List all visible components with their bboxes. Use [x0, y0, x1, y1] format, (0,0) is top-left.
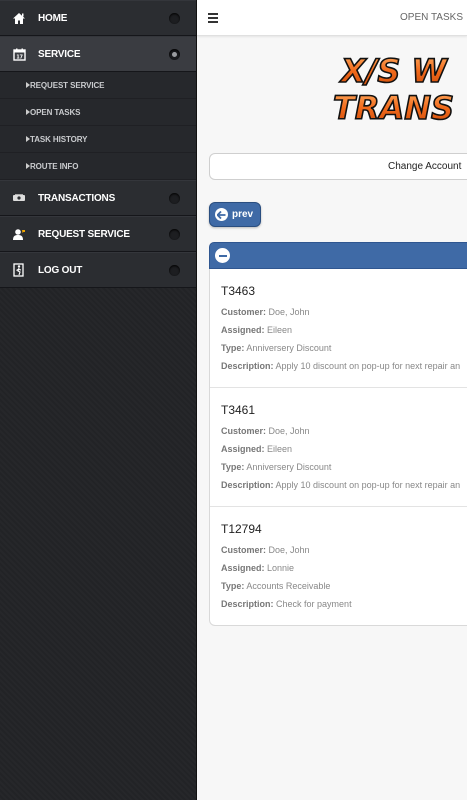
task-assigned: Assigned: Eileen	[221, 325, 293, 335]
sidebar-item-service[interactable]: 17 SERVICE	[0, 36, 196, 72]
task-list: T3463 Customer: Doe, John Assigned: Eile…	[209, 269, 467, 626]
submenu-item-request-service[interactable]: REQUEST SERVICE	[0, 72, 196, 99]
logo-line-1: X/S W	[339, 52, 449, 90]
task-type: Type: Anniversery Discount	[221, 343, 332, 353]
radio-indicator	[169, 229, 180, 240]
task-description: Description: Apply 10 discount on pop-up…	[221, 361, 461, 371]
submenu-item-route-info[interactable]: ROUTE INFO	[0, 153, 196, 180]
svg-text:17: 17	[16, 54, 23, 60]
company-logo: X/S W TRANS	[332, 51, 467, 137]
task-assigned: Assigned: Eileen	[221, 444, 293, 454]
sidebar-item-home[interactable]: HOME	[0, 0, 196, 36]
task-assigned: Assigned: Lonnie	[221, 563, 295, 573]
tasks-panel-header[interactable]	[209, 242, 467, 269]
task-type: Type: Accounts Receivable	[221, 581, 331, 591]
main-content: OPEN TASKS X/S W TRANS Change Account pr…	[197, 0, 467, 800]
top-bar: OPEN TASKS	[197, 0, 467, 36]
service-submenu: REQUEST SERVICE OPEN TASKS TASK HISTORY …	[0, 72, 196, 180]
task-description: Description: Apply 10 discount on pop-up…	[221, 480, 461, 490]
prev-button[interactable]: prev	[209, 202, 261, 227]
home-icon	[0, 12, 38, 25]
submenu-item-label: OPEN TASKS	[30, 107, 81, 117]
task-item[interactable]: T3463 Customer: Doe, John Assigned: Eile…	[210, 269, 467, 388]
prev-button-label: prev	[232, 209, 254, 220]
calendar-icon: 17	[0, 48, 38, 61]
logo-line-2: TRANS	[333, 89, 454, 127]
page-title: OPEN TASKS	[400, 12, 463, 23]
sidebar-item-label: HOME	[38, 12, 68, 24]
radio-indicator	[169, 265, 180, 276]
task-customer: Customer: Doe, John	[221, 426, 310, 436]
sidebar: HOME 17 SERVICE REQUEST SERVICE OPEN TAS…	[0, 0, 197, 800]
submenu-item-label: ROUTE INFO	[30, 161, 79, 171]
sidebar-item-label: SERVICE	[38, 48, 81, 60]
task-id: T3463	[221, 284, 256, 298]
change-account-button[interactable]: Change Account	[209, 153, 467, 180]
arrow-left-icon	[215, 208, 228, 221]
logout-icon	[0, 263, 38, 277]
task-customer: Customer: Doe, John	[221, 307, 310, 317]
task-item[interactable]: T3461 Customer: Doe, John Assigned: Eile…	[210, 388, 467, 507]
submenu-item-label: REQUEST SERVICE	[30, 80, 105, 90]
task-description: Description: Check for payment	[221, 599, 352, 609]
task-type: Type: Anniversery Discount	[221, 462, 332, 472]
sidebar-item-label: REQUEST SERVICE	[38, 228, 130, 240]
task-customer: Customer: Doe, John	[221, 545, 310, 555]
user-request-icon	[0, 228, 38, 241]
menu-icon[interactable]	[208, 13, 218, 23]
submenu-item-open-tasks[interactable]: OPEN TASKS	[0, 99, 196, 126]
task-id: T3461	[221, 403, 256, 417]
sidebar-item-logout[interactable]: LOG OUT	[0, 252, 196, 288]
collapse-icon[interactable]	[215, 248, 230, 263]
task-item[interactable]: T12794 Customer: Doe, John Assigned: Lon…	[210, 507, 467, 625]
sidebar-item-label: LOG OUT	[38, 264, 83, 276]
radio-indicator	[169, 13, 180, 24]
sidebar-item-label: TRANSACTIONS	[38, 192, 116, 204]
sidebar-item-request-service[interactable]: REQUEST SERVICE	[0, 216, 196, 252]
submenu-item-task-history[interactable]: TASK HISTORY	[0, 126, 196, 153]
submenu-item-label: TASK HISTORY	[30, 134, 88, 144]
radio-indicator	[169, 49, 180, 60]
money-icon	[0, 193, 38, 203]
radio-indicator	[169, 193, 180, 204]
task-id: T12794	[221, 522, 262, 536]
sidebar-item-transactions[interactable]: TRANSACTIONS	[0, 180, 196, 216]
